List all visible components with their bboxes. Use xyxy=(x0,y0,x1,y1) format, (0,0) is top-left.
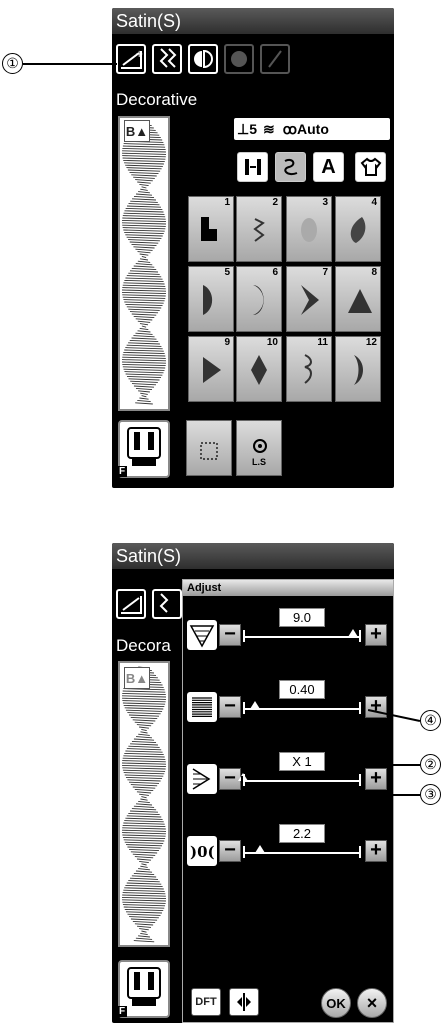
callout-4: ④ xyxy=(420,710,441,731)
presser-foot-icon xyxy=(127,967,161,1006)
pattern-button-2[interactable]: 2 xyxy=(236,196,282,262)
dotted-square-icon xyxy=(200,442,218,460)
length-icon: )0( xyxy=(187,836,217,866)
pattern-button-12[interactable]: 12 xyxy=(335,336,381,402)
length-slider-marker[interactable] xyxy=(255,845,266,853)
length-slider-min xyxy=(243,846,245,858)
pattern-button-9[interactable]: 9 xyxy=(188,336,234,402)
density-minus-button[interactable]: − xyxy=(219,696,241,718)
lock-stitch-label: L.S xyxy=(251,457,266,467)
svg-text:)0(: )0( xyxy=(190,843,215,861)
density-value: 0.40 xyxy=(279,680,325,699)
callout-3-leader-h xyxy=(241,794,420,796)
presser-foot-button-bottom[interactable]: F xyxy=(117,960,170,1018)
elongation-plus-button[interactable]: + xyxy=(365,768,387,790)
lock-stitch-button[interactable]: L.S xyxy=(236,420,282,476)
twin-needle-button-bottom[interactable] xyxy=(152,589,182,619)
pattern-button-11[interactable]: 11 xyxy=(286,336,332,402)
width-minus-button[interactable]: − xyxy=(219,624,241,646)
pattern-number: 1 xyxy=(224,197,230,208)
density-slider-max xyxy=(359,702,361,714)
width-plus-button[interactable]: + xyxy=(365,624,387,646)
callout-3-leader-v xyxy=(241,776,243,795)
density-slider-marker[interactable] xyxy=(249,701,260,709)
presser-foot-label: F xyxy=(117,1006,128,1017)
presser-foot-label: F xyxy=(117,466,128,477)
preview-button-bottom: B▲ xyxy=(124,667,150,689)
elongation-slider-max xyxy=(359,774,361,786)
presser-foot-compare-icon xyxy=(237,993,251,1011)
pattern-button-4[interactable]: 4 xyxy=(335,196,381,262)
pattern-number: 8 xyxy=(371,267,377,278)
pattern-number: 12 xyxy=(365,337,377,348)
stitch-preview-image xyxy=(121,666,167,943)
screen-title-bottom: Satin(S) xyxy=(112,543,394,569)
callout-1: ① xyxy=(2,53,23,74)
density-plus-button[interactable]: + xyxy=(365,696,387,718)
adjust-panel-title: Adjust xyxy=(183,580,393,596)
callout-3: ③ xyxy=(420,784,441,805)
pattern-grid: 1 2 3 4 5 6 7 8 9 10 11 12 xyxy=(112,8,394,488)
pattern-number: 3 xyxy=(322,197,328,208)
category-label-bottom: Decora xyxy=(116,636,171,655)
density-slider-min xyxy=(243,702,245,714)
width-slider-marker[interactable] xyxy=(348,629,359,637)
length-minus-button[interactable]: − xyxy=(219,840,241,862)
pattern-number: 4 xyxy=(371,197,377,208)
lock-stitch-icon xyxy=(253,439,267,453)
elongation-icon xyxy=(187,764,217,794)
pattern-button-10[interactable]: 10 xyxy=(236,336,282,402)
ok-button[interactable]: OK xyxy=(321,988,351,1018)
elongation-slider-marker[interactable] xyxy=(238,773,248,781)
density-icon xyxy=(187,692,217,722)
pattern-number: 5 xyxy=(224,267,230,278)
top-screen: Satin(S) + Decorative B▲ ⊥ 5 ≋ ꝏ Auto A xyxy=(112,8,394,488)
elongation-value: X 1 xyxy=(279,752,325,771)
width-icon xyxy=(187,620,217,650)
pattern-button-5[interactable]: 5 xyxy=(188,266,234,332)
callout-2-leader xyxy=(378,764,420,766)
pattern-button-7[interactable]: 7 xyxy=(286,266,332,332)
adjust-button-bottom[interactable] xyxy=(116,589,146,619)
width-slider-min xyxy=(243,630,245,642)
pattern-number: 11 xyxy=(317,337,328,348)
length-plus-button[interactable]: + xyxy=(365,840,387,862)
pattern-number: 7 xyxy=(322,267,328,278)
cancel-button[interactable]: × xyxy=(357,988,387,1018)
callout-1-leader xyxy=(23,63,117,65)
width-value: 9.0 xyxy=(279,608,325,627)
pattern-button-1[interactable]: 1 xyxy=(188,196,234,262)
pattern-button-6[interactable]: 6 xyxy=(236,266,282,332)
pattern-button-blank[interactable] xyxy=(186,420,232,476)
pattern-number: 9 xyxy=(224,337,230,348)
width-slider-max xyxy=(359,630,361,642)
pattern-button-8[interactable]: 8 xyxy=(335,266,381,332)
pattern-number: 6 xyxy=(272,267,278,278)
stitch-preview-bottom xyxy=(118,661,170,947)
bottom-screen: Satin(S) Decora B▲ F Adjust − +9.0 − +0.40 −… xyxy=(112,543,394,1023)
elongation-slider-track[interactable] xyxy=(243,780,359,782)
callout-2: ② xyxy=(420,754,441,775)
pattern-button-3[interactable]: 3 xyxy=(286,196,332,262)
length-value: 2.2 xyxy=(279,824,325,843)
pattern-number: 10 xyxy=(266,337,278,348)
presser-foot-icon xyxy=(127,427,161,466)
width-slider-track[interactable] xyxy=(243,636,359,638)
default-button[interactable]: DFT xyxy=(191,988,221,1016)
adjust-icon xyxy=(121,596,142,614)
compare-button[interactable] xyxy=(229,988,259,1016)
density-slider-track[interactable] xyxy=(243,708,359,710)
twin-needle-icon xyxy=(159,593,169,613)
length-slider-max xyxy=(359,846,361,858)
pattern-number: 2 xyxy=(272,197,278,208)
presser-foot-button[interactable]: F xyxy=(117,420,170,478)
adjust-panel: Adjust − +9.0− +0.40− + X 1)0(− +2.2 DFT OK × xyxy=(182,579,394,1023)
